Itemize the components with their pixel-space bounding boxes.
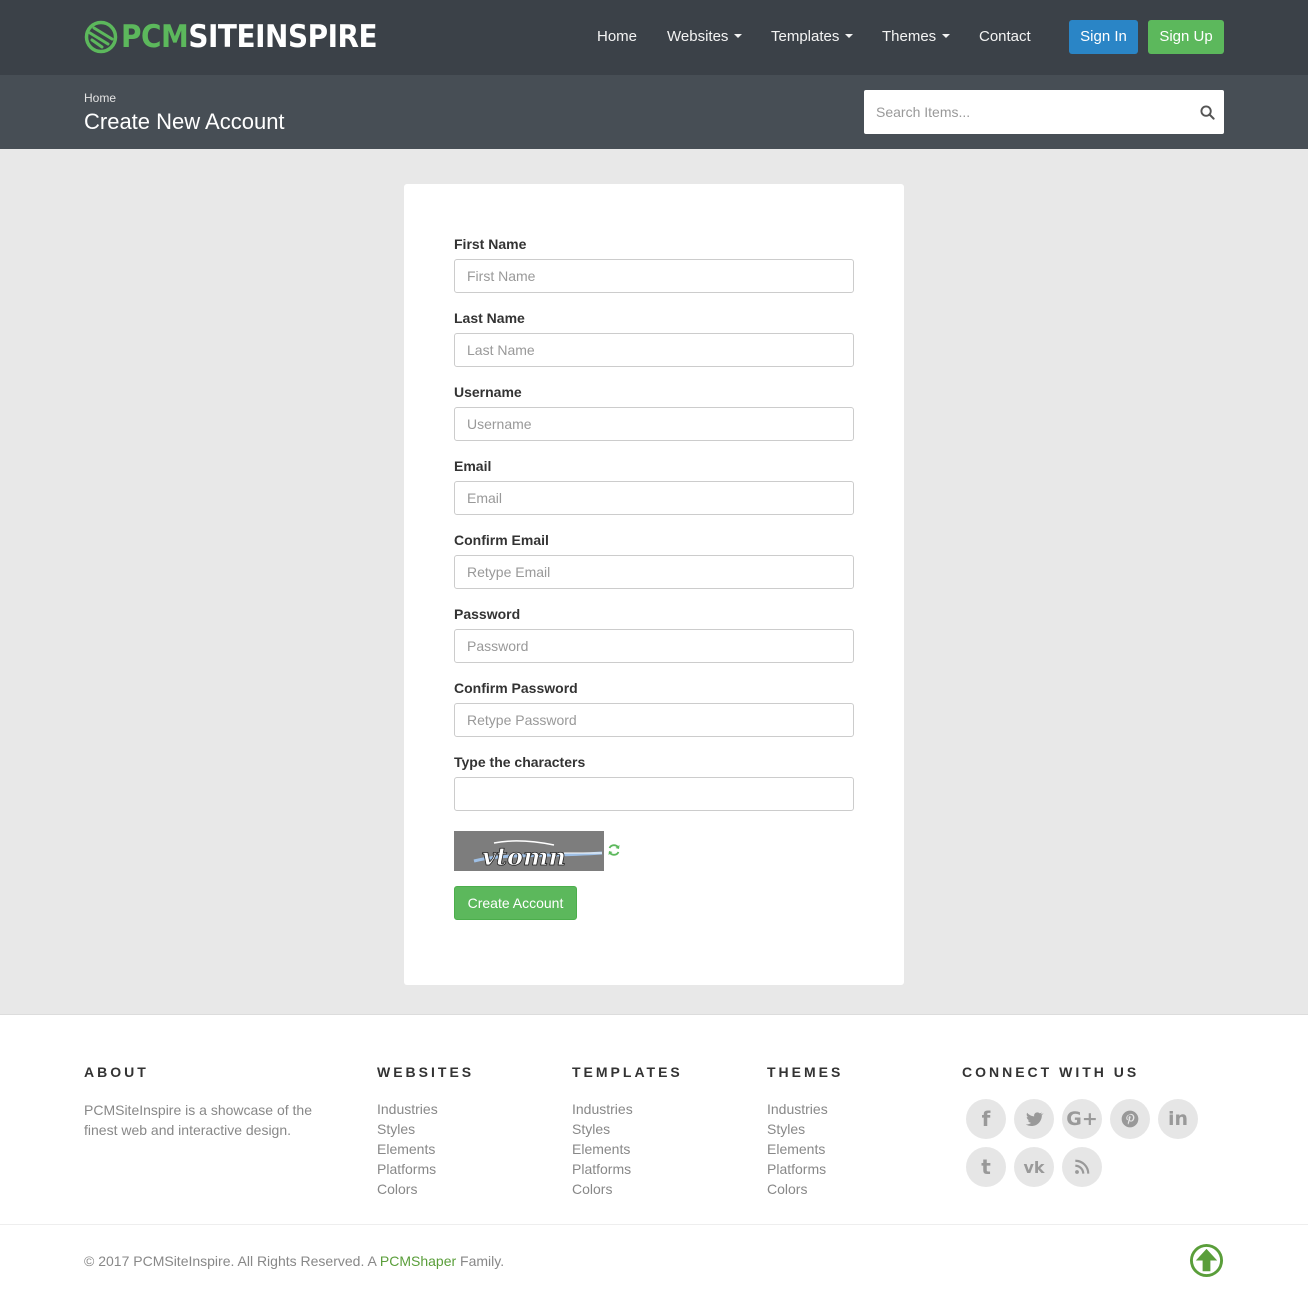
nav-websites-label: Websites bbox=[667, 28, 729, 45]
page-header: Home Create New Account bbox=[0, 75, 1308, 149]
facebook-icon[interactable]: f bbox=[966, 1099, 1006, 1139]
nav-home[interactable]: Home bbox=[597, 28, 637, 46]
footer-themes-list: Industries Styles Elements Platforms Col… bbox=[767, 1099, 828, 1199]
tumblr-icon[interactable]: t bbox=[966, 1147, 1006, 1187]
top-navbar: PCMSITEINSPIRE Home Websites Templates T… bbox=[0, 0, 1308, 75]
captcha-text: vtomn bbox=[482, 842, 566, 871]
refresh-icon[interactable] bbox=[607, 843, 621, 857]
email-field[interactable] bbox=[454, 481, 854, 515]
confirm-email-field[interactable] bbox=[454, 555, 854, 589]
create-account-button[interactable]: Create Account bbox=[454, 886, 577, 920]
footer-about-text: PCMSiteInspire is a showcase of the fine… bbox=[84, 1102, 312, 1138]
footer-themes-heading: THEMES bbox=[767, 1064, 844, 1080]
last-name-label: Last Name bbox=[454, 310, 525, 326]
logo-text-green: PCM bbox=[121, 19, 189, 55]
footer-link[interactable]: Colors bbox=[377, 1179, 438, 1199]
last-name-field[interactable] bbox=[454, 333, 854, 367]
confirm-email-label: Confirm Email bbox=[454, 532, 549, 548]
sign-in-button[interactable]: Sign In bbox=[1069, 20, 1138, 54]
footer-templates-list: Industries Styles Elements Platforms Col… bbox=[572, 1099, 633, 1199]
footer-link[interactable]: Industries bbox=[767, 1099, 828, 1119]
nav-themes-label: Themes bbox=[882, 28, 937, 45]
first-name-field[interactable] bbox=[454, 259, 854, 293]
footer-link[interactable]: Colors bbox=[767, 1179, 828, 1199]
nav-home-label: Home bbox=[597, 28, 638, 45]
captcha-input[interactable] bbox=[454, 777, 854, 811]
logo-text-white: SITEINSPIRE bbox=[188, 19, 378, 55]
footer-link[interactable]: Platforms bbox=[767, 1159, 828, 1179]
footer-websites-heading: WEBSITES bbox=[377, 1064, 475, 1080]
linkedin-icon[interactable]: in bbox=[1158, 1099, 1198, 1139]
footer-link[interactable]: Elements bbox=[767, 1139, 828, 1159]
first-name-label: First Name bbox=[454, 236, 527, 252]
username-field[interactable] bbox=[454, 407, 854, 441]
password-label: Password bbox=[454, 606, 521, 622]
captcha-label: Type the characters bbox=[454, 754, 586, 770]
twitter-icon[interactable] bbox=[1014, 1099, 1054, 1139]
footer-link[interactable]: Platforms bbox=[377, 1159, 438, 1179]
footer-websites-list: Industries Styles Elements Platforms Col… bbox=[377, 1099, 438, 1199]
site-footer: ABOUT PCMSiteInspire is a showcase of th… bbox=[0, 1016, 1308, 1225]
footer-link[interactable]: Styles bbox=[377, 1119, 438, 1139]
caret-down-icon bbox=[734, 34, 743, 39]
nav-templates[interactable]: Templates bbox=[771, 28, 854, 46]
search-input[interactable] bbox=[864, 90, 1184, 134]
footer-link[interactable]: Industries bbox=[572, 1099, 633, 1119]
nav-templates-label: Templates bbox=[771, 28, 840, 45]
rss-icon[interactable] bbox=[1062, 1147, 1102, 1187]
confirm-password-field[interactable] bbox=[454, 703, 854, 737]
footer-about-heading: ABOUT bbox=[84, 1064, 149, 1080]
nav-websites[interactable]: Websites bbox=[667, 28, 743, 46]
captcha-image: vtomn bbox=[454, 831, 604, 871]
sign-up-button[interactable]: Sign Up bbox=[1148, 20, 1224, 54]
nav-themes[interactable]: Themes bbox=[882, 28, 951, 46]
copyright-prefix: © 2017 PCMSiteInspire. All Rights Reserv… bbox=[84, 1253, 380, 1269]
footer-link[interactable]: Platforms bbox=[572, 1159, 633, 1179]
footer-templates-heading: TEMPLATES bbox=[572, 1064, 683, 1080]
email-label: Email bbox=[454, 458, 492, 474]
footer-connect-heading: CONNECT WITH US bbox=[962, 1064, 1140, 1080]
create-account-form: First Name Last Name Username Email Conf… bbox=[404, 184, 904, 985]
main-content: First Name Last Name Username Email Conf… bbox=[0, 149, 1308, 1015]
nav-contact[interactable]: Contact bbox=[979, 28, 1031, 46]
google-plus-icon[interactable]: G+ bbox=[1062, 1099, 1102, 1139]
vk-icon[interactable]: vk bbox=[1014, 1147, 1054, 1187]
password-field[interactable] bbox=[454, 629, 854, 663]
copyright-suffix: Family. bbox=[456, 1253, 505, 1269]
site-logo[interactable]: PCMSITEINSPIRE bbox=[84, 20, 406, 54]
footer-bottom-bar: © 2017 PCMSiteInspire. All Rights Reserv… bbox=[0, 1226, 1308, 1295]
footer-link[interactable]: Industries bbox=[377, 1099, 438, 1119]
pinterest-icon[interactable] bbox=[1110, 1099, 1150, 1139]
footer-link[interactable]: Elements bbox=[377, 1139, 438, 1159]
footer-link[interactable]: Colors bbox=[572, 1179, 633, 1199]
copyright-text: © 2017 PCMSiteInspire. All Rights Reserv… bbox=[84, 1253, 504, 1269]
caret-down-icon bbox=[942, 34, 951, 39]
search-icon[interactable] bbox=[1200, 105, 1215, 120]
confirm-password-label: Confirm Password bbox=[454, 680, 578, 696]
caret-down-icon bbox=[845, 34, 854, 39]
footer-link[interactable]: Styles bbox=[767, 1119, 828, 1139]
search-box bbox=[864, 90, 1224, 134]
username-label: Username bbox=[454, 384, 522, 400]
footer-link[interactable]: Elements bbox=[572, 1139, 633, 1159]
pcmshaper-link[interactable]: PCMShaper bbox=[380, 1253, 456, 1269]
page-title: Create New Account bbox=[84, 109, 285, 134]
logo-mark-icon bbox=[84, 20, 118, 54]
nav-contact-label: Contact bbox=[979, 28, 1031, 45]
logo-text: PCMSITEINSPIRE bbox=[121, 19, 378, 55]
footer-link[interactable]: Styles bbox=[572, 1119, 633, 1139]
breadcrumb-home[interactable]: Home bbox=[84, 91, 116, 105]
back-to-top-icon[interactable] bbox=[1189, 1243, 1224, 1278]
